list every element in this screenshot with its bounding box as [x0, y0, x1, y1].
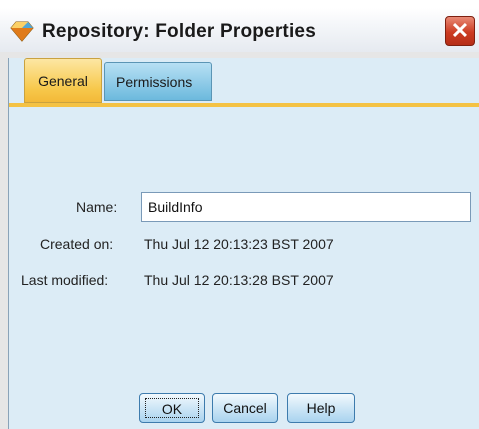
last-modified-value: Thu Jul 12 20:13:28 BST 2007 — [144, 272, 334, 288]
created-on-value: Thu Jul 12 20:13:23 BST 2007 — [144, 236, 334, 252]
panel-border — [8, 58, 9, 429]
repository-diamond-icon — [10, 21, 34, 42]
ok-button[interactable]: OK — [139, 393, 205, 423]
tab-bar: General Permissions — [8, 58, 479, 107]
created-on-label: Created on: — [40, 236, 114, 252]
title-bar[interactable]: Repository: Folder Properties ✕ — [0, 8, 479, 52]
dialog-title: Repository: Folder Properties — [42, 21, 316, 42]
cancel-button[interactable]: Cancel — [212, 393, 278, 423]
close-x-icon: ✕ — [450, 18, 470, 43]
name-input[interactable] — [141, 192, 471, 222]
help-button-label: Help — [306, 400, 336, 416]
folder-properties-dialog: Repository: Folder Properties ✕ General … — [0, 0, 479, 429]
close-button[interactable]: ✕ — [445, 16, 475, 46]
ok-button-label: OK — [145, 398, 199, 418]
help-button[interactable]: Help — [287, 393, 355, 423]
tab-general[interactable]: General — [24, 58, 102, 103]
general-panel — [8, 107, 479, 429]
name-label: Name: — [76, 199, 118, 215]
tab-permissions[interactable]: Permissions — [104, 62, 212, 101]
last-modified-label: Last modified: — [21, 272, 109, 288]
